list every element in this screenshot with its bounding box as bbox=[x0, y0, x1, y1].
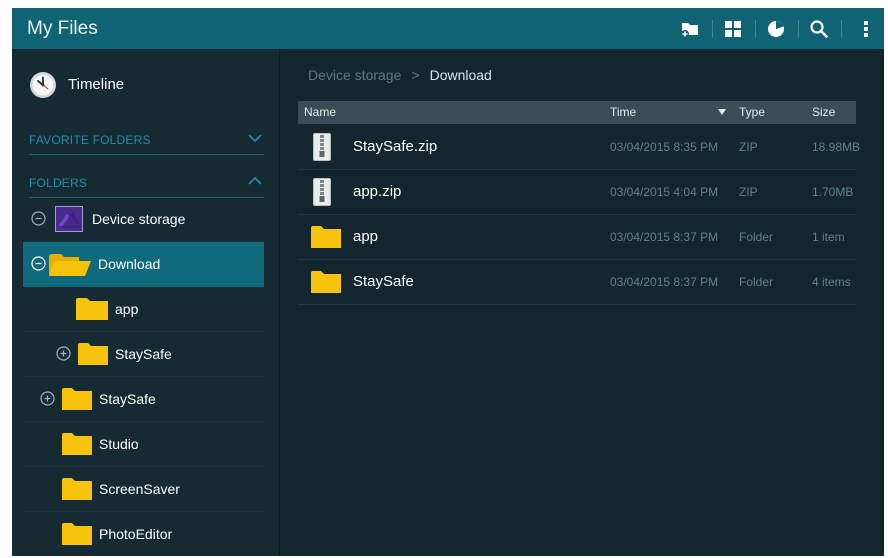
tree-item-device-storage[interactable]: Device storage bbox=[23, 197, 264, 242]
tree-item-label: PhotoEditor bbox=[99, 526, 173, 542]
timeline-label: Timeline bbox=[68, 76, 125, 93]
file-time: 03/04/2015 8:37 PM bbox=[610, 230, 719, 244]
device-storage-icon bbox=[55, 206, 83, 232]
file-list-pane: Device storage > Download Name Time Type… bbox=[280, 49, 884, 556]
expand-icon[interactable] bbox=[56, 346, 71, 361]
breadcrumb-root[interactable]: Device storage bbox=[308, 67, 401, 83]
column-size[interactable]: Size bbox=[812, 101, 835, 124]
file-size: 1 item bbox=[812, 230, 845, 244]
chevron-up-icon bbox=[248, 176, 262, 185]
search-icon[interactable] bbox=[801, 8, 837, 49]
collapse-icon[interactable] bbox=[31, 211, 46, 226]
folder-icon bbox=[62, 388, 92, 410]
create-folder-icon[interactable] bbox=[672, 8, 708, 49]
tree-item-photoeditor[interactable]: PhotoEditor bbox=[23, 512, 264, 556]
folder-open-icon bbox=[49, 254, 91, 276]
sidebar: Timeline FAVORITE FOLDERS FOLDERS Device… bbox=[12, 49, 280, 556]
folder-icon bbox=[62, 433, 92, 455]
file-time: 03/04/2015 8:35 PM bbox=[610, 140, 719, 154]
tree-item-label: StaySafe bbox=[115, 346, 172, 362]
zip-file-icon bbox=[313, 178, 331, 206]
file-row-app-zip[interactable]: app.zip 03/04/2015 4:04 PM ZIP 1.70MB bbox=[298, 170, 856, 215]
file-time: 03/04/2015 4:04 PM bbox=[610, 185, 719, 199]
folder-icon bbox=[62, 478, 92, 500]
zip-file-icon bbox=[313, 133, 331, 161]
collapse-icon[interactable] bbox=[31, 256, 46, 271]
file-name: StaySafe.zip bbox=[353, 138, 438, 155]
tree-item-label: Download bbox=[98, 256, 161, 272]
column-time[interactable]: Time bbox=[610, 101, 636, 124]
file-type: Folder bbox=[739, 275, 774, 289]
folders-label: FOLDERS bbox=[29, 176, 88, 190]
tree-item-label: Device storage bbox=[92, 211, 186, 227]
my-files-app: My Files Timeline FAVORITE FOLDERS FOLDE… bbox=[12, 8, 884, 556]
column-type[interactable]: Type bbox=[739, 101, 765, 124]
folder-icon bbox=[311, 226, 341, 248]
file-size: 4 items bbox=[812, 275, 851, 289]
file-type: ZIP bbox=[739, 185, 758, 199]
favorite-folders-header[interactable]: FAVORITE FOLDERS bbox=[29, 129, 264, 155]
folders-header[interactable]: FOLDERS bbox=[29, 172, 264, 198]
tree-item-label: StaySafe bbox=[99, 391, 156, 407]
breadcrumb-current: Download bbox=[429, 67, 492, 83]
action-bar: My Files bbox=[12, 8, 884, 49]
breadcrumb-separator: > bbox=[411, 67, 420, 83]
file-type: Folder bbox=[739, 230, 774, 244]
file-size: 1.70MB bbox=[812, 185, 854, 199]
favorite-folders-label: FAVORITE FOLDERS bbox=[29, 133, 151, 147]
sidebar-item-timeline[interactable]: Timeline bbox=[12, 63, 279, 107]
clock-icon bbox=[30, 72, 56, 98]
folder-icon bbox=[78, 343, 108, 365]
table-header: Name Time Type Size bbox=[298, 101, 856, 124]
tree-item-studio[interactable]: Studio bbox=[23, 422, 264, 467]
tree-item-label: app bbox=[115, 301, 139, 317]
file-time: 03/04/2015 8:37 PM bbox=[610, 275, 719, 289]
breadcrumb: Device storage > Download bbox=[308, 65, 492, 85]
tree-item-label: ScreenSaver bbox=[99, 481, 180, 497]
file-row-staysafe-zip[interactable]: StaySafe.zip 03/04/2015 8:35 PM ZIP 18.9… bbox=[298, 125, 860, 170]
more-options-icon[interactable] bbox=[848, 8, 884, 49]
tree-item-app[interactable]: app bbox=[23, 287, 264, 332]
expand-icon[interactable] bbox=[40, 391, 55, 406]
file-row-staysafe-folder[interactable]: StaySafe 03/04/2015 8:37 PM Folder 4 ite… bbox=[298, 260, 856, 305]
tree-item-download[interactable]: Download bbox=[23, 242, 264, 287]
file-type: ZIP bbox=[739, 140, 758, 154]
grid-view-icon[interactable] bbox=[715, 8, 751, 49]
storage-usage-icon[interactable] bbox=[758, 8, 794, 49]
file-name: StaySafe bbox=[353, 273, 414, 290]
app-title: My Files bbox=[27, 18, 98, 39]
file-row-app-folder[interactable]: app 03/04/2015 8:37 PM Folder 1 item bbox=[298, 215, 856, 260]
file-name: app bbox=[353, 228, 379, 245]
folder-icon bbox=[76, 298, 108, 320]
file-size: 18.98MB bbox=[812, 140, 861, 154]
column-name[interactable]: Name bbox=[304, 101, 336, 124]
folder-icon bbox=[62, 523, 92, 545]
sort-descending-icon[interactable] bbox=[718, 109, 726, 115]
chevron-down-icon bbox=[248, 134, 262, 143]
file-name: app.zip bbox=[353, 183, 402, 200]
folder-icon bbox=[311, 271, 341, 293]
tree-item-staysafe[interactable]: StaySafe bbox=[23, 377, 264, 422]
tree-item-staysafe-nested[interactable]: StaySafe bbox=[23, 332, 264, 377]
tree-item-screensaver[interactable]: ScreenSaver bbox=[23, 467, 264, 512]
tree-item-label: Studio bbox=[99, 436, 139, 452]
